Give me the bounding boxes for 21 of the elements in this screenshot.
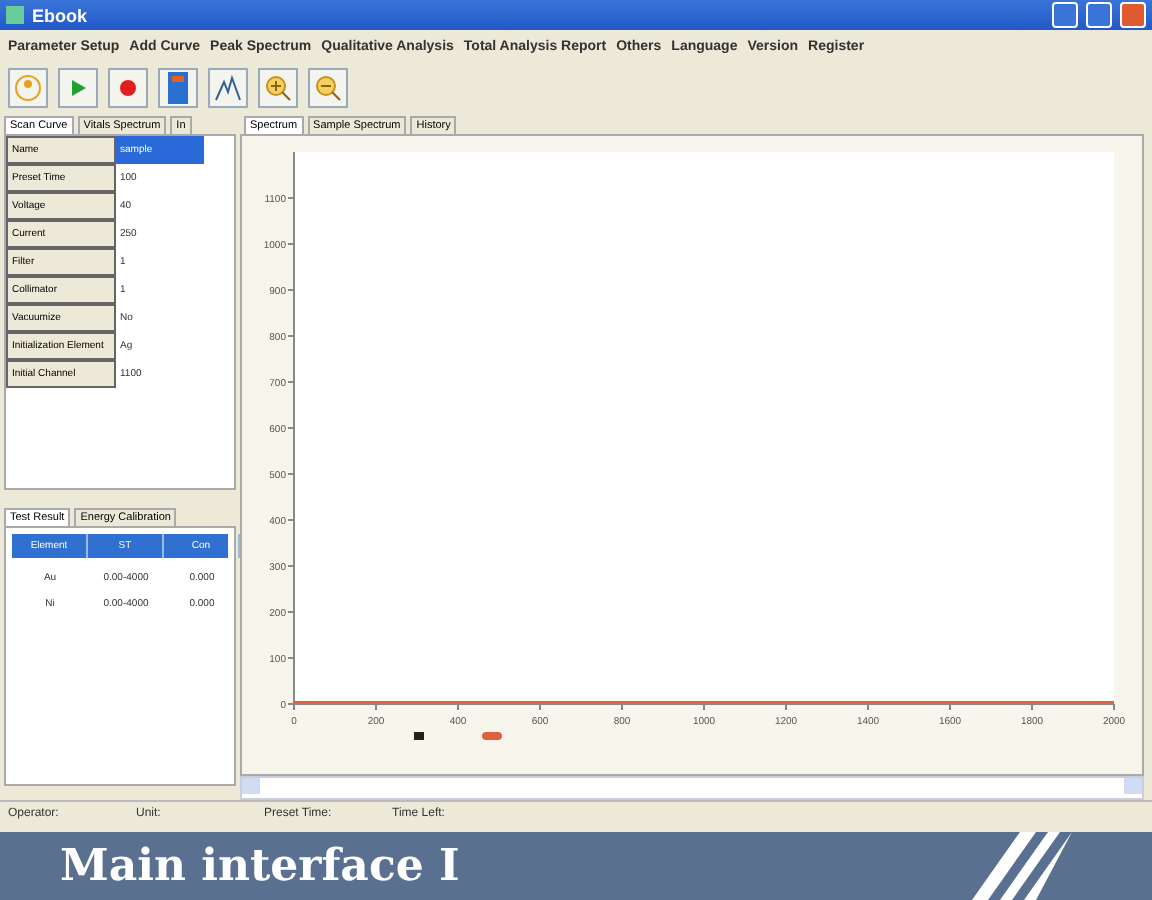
play-icon	[66, 76, 90, 100]
caption-title: Main interface I	[60, 840, 460, 892]
toolbar-button[interactable]	[158, 68, 198, 108]
toolbar-button[interactable]	[58, 68, 98, 108]
peak-icon	[214, 74, 242, 102]
zoom-in-icon	[264, 74, 292, 102]
maximize-button[interactable]	[1086, 2, 1112, 28]
marker-icon[interactable]	[414, 732, 424, 740]
zoom-out-icon	[314, 74, 342, 102]
calculator-icon	[168, 72, 188, 104]
toolbar-button[interactable]	[108, 68, 148, 108]
toolbar-button[interactable]	[208, 68, 248, 108]
cursor-icon[interactable]	[482, 732, 502, 740]
minimize-button[interactable]	[1052, 2, 1078, 28]
close-button[interactable]	[1120, 2, 1146, 28]
window-title: Ebook	[32, 5, 90, 25]
record-icon	[118, 78, 138, 98]
toolbar-button[interactable]	[258, 68, 298, 108]
app-icon	[6, 6, 24, 24]
toolbar-button[interactable]	[308, 68, 348, 108]
scrollbar[interactable]	[240, 776, 1144, 800]
